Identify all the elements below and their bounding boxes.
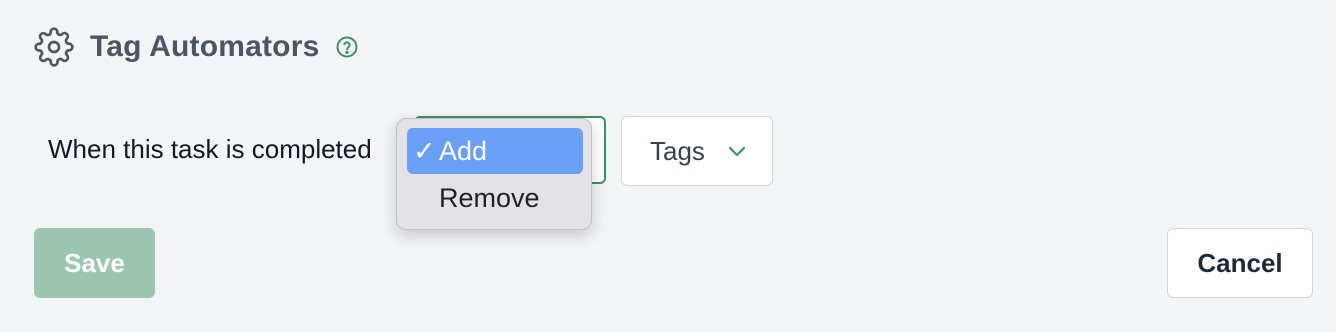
option-label: Add [439,135,488,166]
rule-prefix-text: When this task is completed [48,134,372,164]
save-button[interactable]: Save [34,228,155,298]
checkmark-icon: ✓ [413,135,436,166]
option-label: Remove [439,182,540,213]
action-options-menu: ✓ Add Remove [396,118,592,230]
chevron-down-icon [727,144,747,158]
tags-dropdown[interactable]: Tags [621,116,773,186]
help-circle-icon[interactable] [335,35,359,59]
page-title: Tag Automators [90,30,320,63]
option-add[interactable]: ✓ Add [407,128,583,174]
cancel-button[interactable]: Cancel [1167,228,1313,298]
gear-icon [34,27,74,67]
tags-dropdown-label: Tags [650,135,705,166]
section-header: Tag Automators [34,26,359,68]
option-remove[interactable]: Remove [407,175,583,221]
